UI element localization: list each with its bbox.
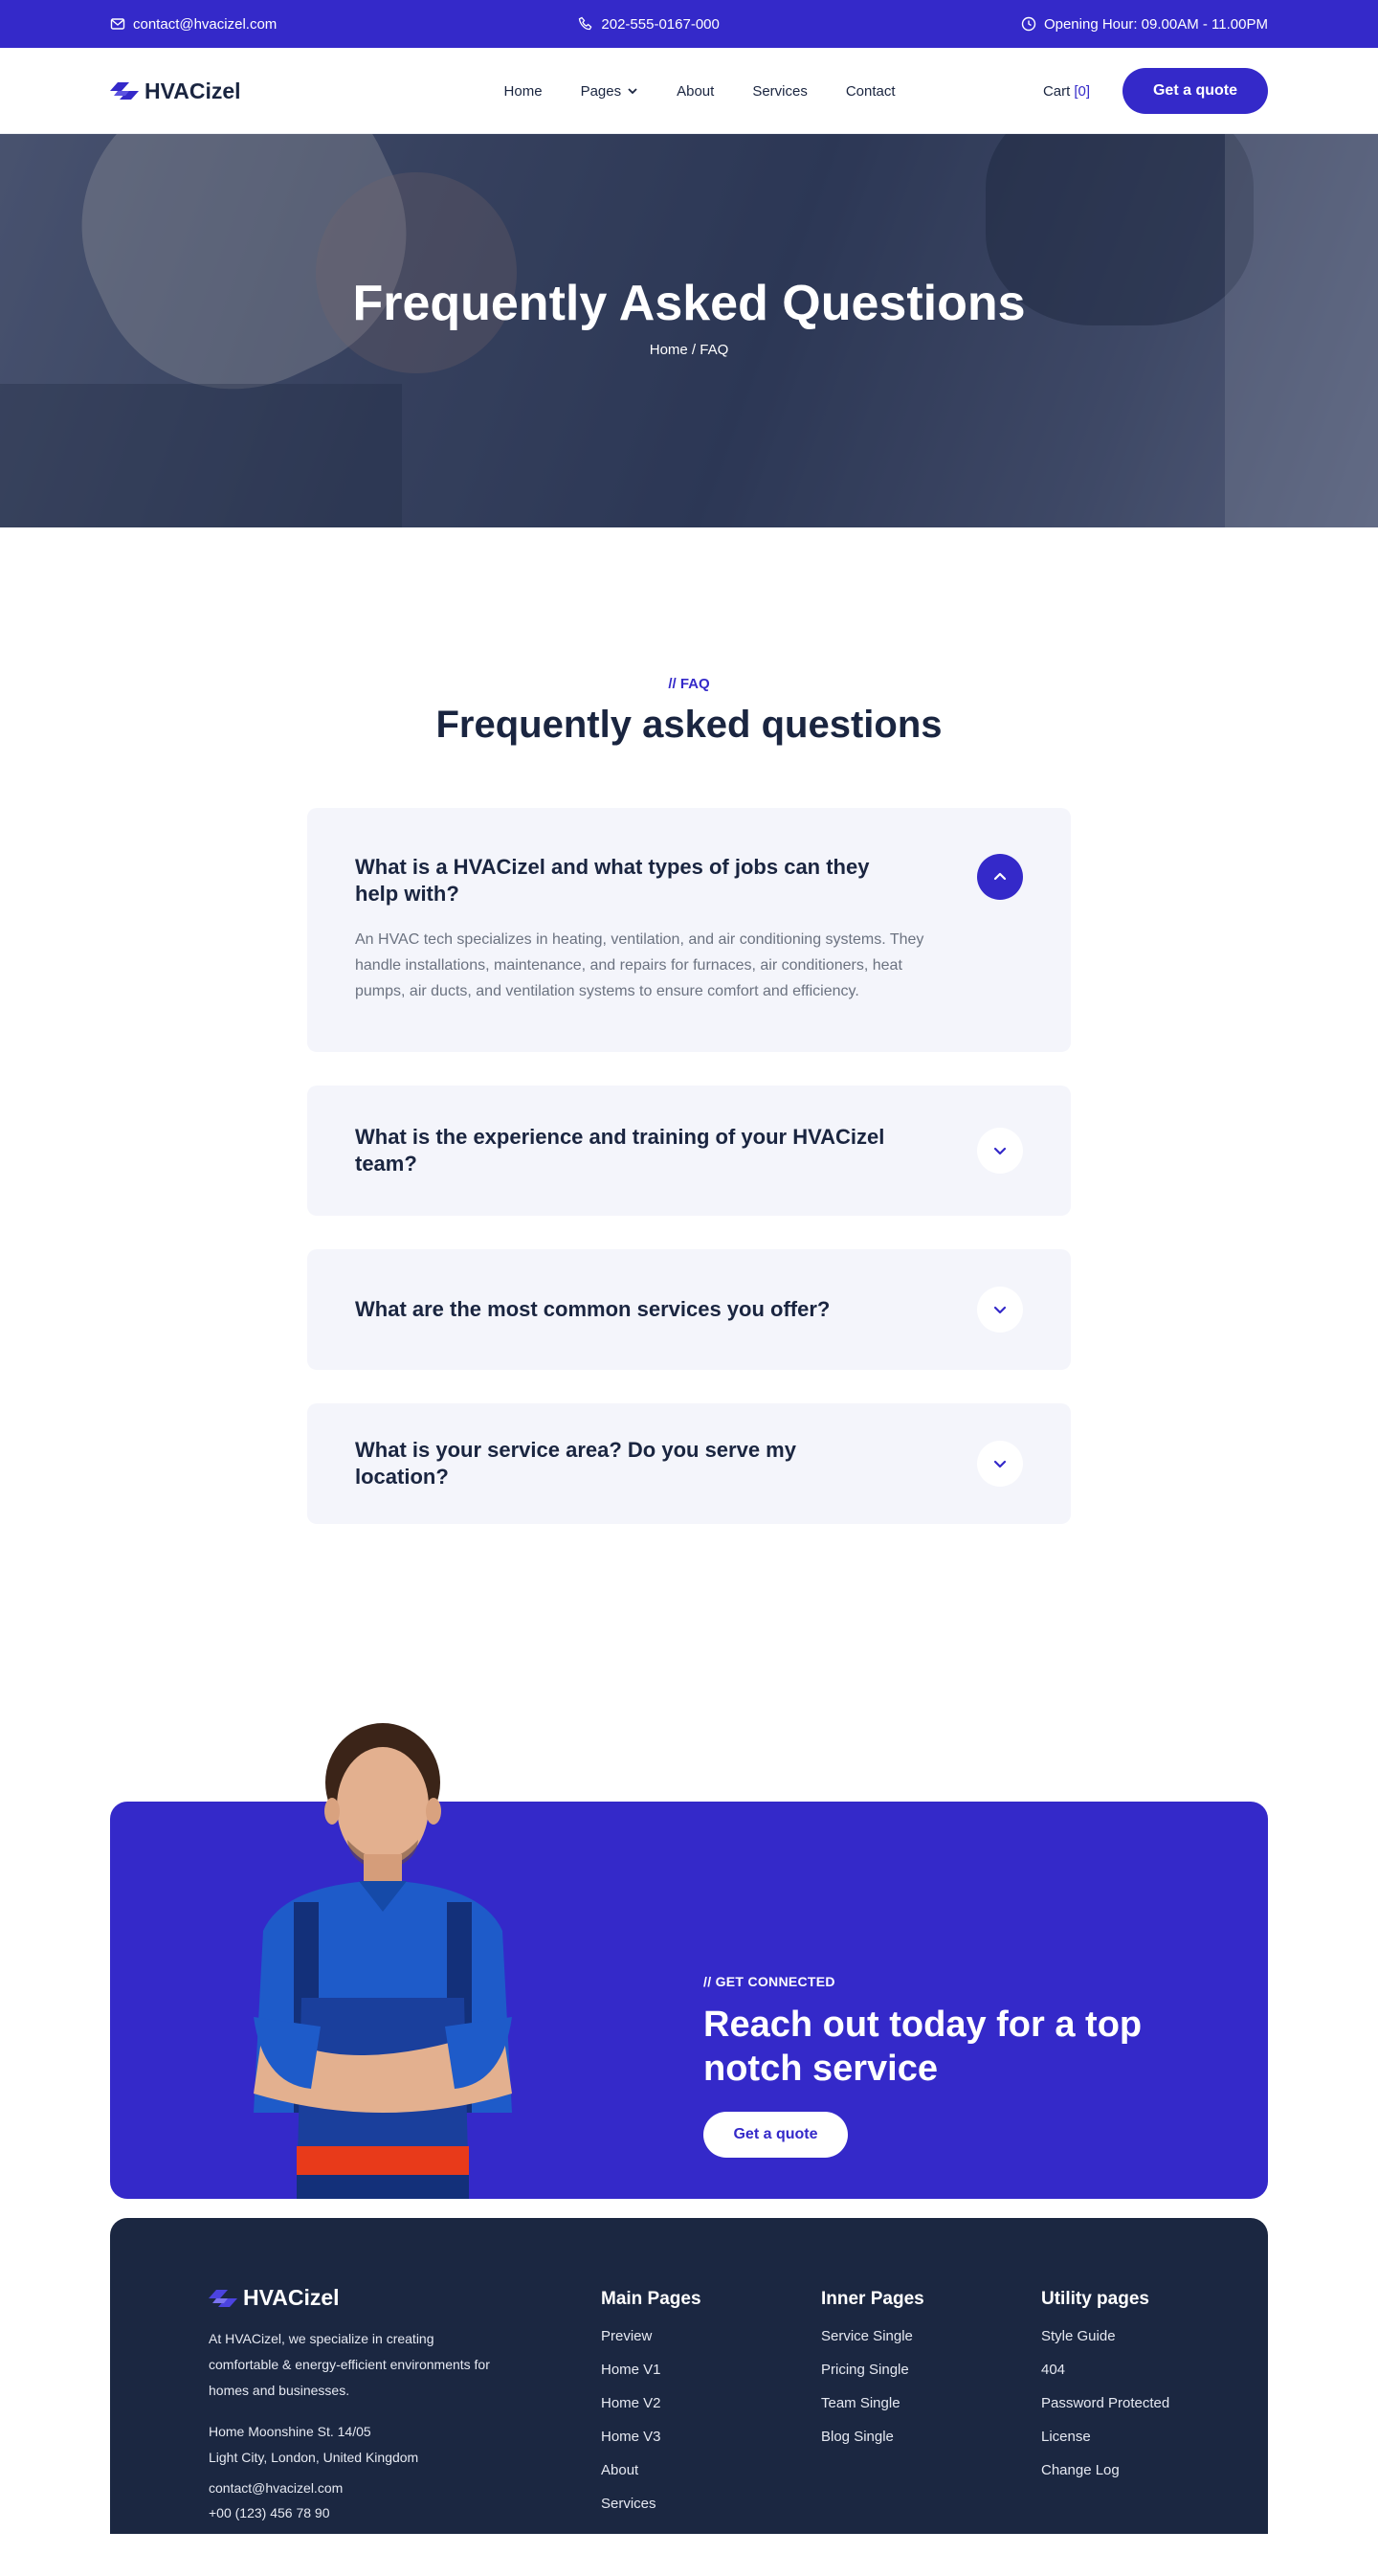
topbar-hours: Opening Hour: 09.00AM - 11.00PM (1021, 16, 1268, 33)
cart-count: [0] (1074, 82, 1090, 100)
faq-eyebrow: // FAQ (668, 676, 710, 692)
page-hero: Frequently Asked Questions Home / FAQ (0, 134, 1378, 527)
footer-link[interactable]: Style Guide (1041, 2327, 1169, 2346)
logo-icon (110, 82, 139, 100)
faq-toggle-button[interactable] (977, 1128, 1023, 1174)
get-quote-button[interactable]: Get a quote (1122, 68, 1268, 114)
footer-link[interactable]: Password Protected (1041, 2394, 1169, 2413)
footer-column-inner-pages: Inner Pages Service Single Pricing Singl… (821, 2289, 924, 2461)
footer-phone[interactable]: +00 (123) 456 78 90 (209, 2505, 505, 2520)
footer-description: At HVACizel, we specialize in creating c… (209, 2331, 490, 2398)
cta-get-quote-button[interactable]: Get a quote (703, 2112, 848, 2158)
nav-pages-label: Pages (580, 82, 622, 100)
footer-link[interactable]: Home V2 (601, 2394, 701, 2413)
breadcrumb[interactable]: Home / FAQ (650, 342, 729, 358)
topbar-email[interactable]: contact@hvacizel.com (110, 16, 277, 33)
faq-item-open[interactable]: What is a HVACizel and what types of job… (307, 808, 1071, 1052)
faq-question[interactable]: What is a HVACizel and what types of job… (355, 854, 891, 907)
footer-link[interactable]: Blog Single (821, 2428, 924, 2447)
faq-list: What is a HVACizel and what types of job… (307, 808, 1071, 1524)
faq-toggle-button[interactable] (977, 1441, 1023, 1487)
footer-column-title: Utility pages (1041, 2289, 1149, 2309)
site-logo[interactable]: HVACizel (110, 78, 241, 104)
faq-answer: An HVAC tech specializes in heating, ven… (355, 931, 924, 999)
cart-label: Cart (1042, 82, 1071, 100)
page-title: Frequently Asked Questions (352, 276, 1026, 331)
technician-image (254, 1723, 512, 2199)
footer-link[interactable]: Home V3 (601, 2428, 701, 2447)
footer-link[interactable]: Change Log (1041, 2461, 1169, 2480)
chevron-down-icon (993, 1147, 1007, 1155)
faq-item[interactable]: What are the most common services you of… (307, 1249, 1071, 1370)
nav-about[interactable]: About (677, 83, 714, 100)
faq-section: // FAQ Frequently asked questions What i… (0, 527, 1378, 1711)
footer-logo[interactable]: HVACizel (209, 2285, 505, 2311)
footer-logo-text: HVACizel (243, 2285, 340, 2310)
cta-section: // GET CONNECTED Reach out today for a t… (110, 1711, 1268, 2199)
nav-pages[interactable]: Pages (581, 83, 639, 100)
footer-link[interactable]: 404 (1041, 2361, 1169, 2380)
footer-address-line: Light City, London, United Kingdom (209, 2450, 419, 2465)
cta-title: Reach out today for a top notch service (703, 2005, 1143, 2089)
cart-link[interactable]: Cart [0] (1043, 83, 1090, 100)
faq-toggle-button[interactable] (977, 1287, 1023, 1333)
footer-column-title: Main Pages (601, 2289, 701, 2309)
nav-menu: Home Pages About Services Contact (504, 83, 896, 100)
footer-link[interactable]: License (1041, 2428, 1169, 2447)
topbar-phone[interactable]: 202-555-0167-000 (578, 15, 720, 33)
main-navbar: HVACizel Home Pages About Services Conta… (0, 48, 1378, 134)
footer-link[interactable]: Team Single (821, 2394, 924, 2413)
cta-eyebrow: // GET CONNECTED (703, 1974, 835, 1989)
logo-icon (209, 2289, 237, 2307)
faq-question[interactable]: What are the most common services you of… (355, 1296, 830, 1323)
nav-contact[interactable]: Contact (846, 83, 896, 100)
footer-link[interactable]: Services (601, 2495, 701, 2514)
chevron-up-icon (993, 872, 1007, 881)
footer-column-main-pages: Main Pages Preview Home V1 Home V2 Home … (601, 2289, 701, 2528)
nav-home[interactable]: Home (504, 83, 543, 100)
nav-services[interactable]: Services (752, 83, 808, 100)
mail-icon (110, 18, 125, 30)
faq-question[interactable]: What is the experience and training of y… (355, 1124, 891, 1177)
footer-link[interactable]: Home V1 (601, 2361, 701, 2380)
footer-link[interactable]: Preview (601, 2327, 701, 2346)
chevron-down-icon (628, 88, 637, 95)
footer-link[interactable]: Service Single (821, 2327, 924, 2346)
faq-question[interactable]: What is your service area? Do you serve … (355, 1437, 891, 1490)
chevron-down-icon (993, 1460, 1007, 1468)
chevron-down-icon (993, 1306, 1007, 1314)
logo-text: HVACizel (144, 78, 241, 103)
topbar-phone-text: 202-555-0167-000 (601, 15, 720, 33)
top-bar: contact@hvacizel.com 202-555-0167-000 Op… (0, 0, 1378, 48)
footer-column-title: Inner Pages (821, 2289, 924, 2309)
phone-icon (579, 16, 592, 31)
footer-link[interactable]: About (601, 2461, 701, 2480)
faq-title: Frequently asked questions (435, 704, 943, 746)
footer-link[interactable]: Pricing Single (821, 2361, 924, 2380)
footer-address-line: Home Moonshine St. 14/05 (209, 2424, 371, 2439)
faq-item[interactable]: What is the experience and training of y… (307, 1086, 1071, 1216)
clock-icon (1021, 16, 1036, 32)
topbar-hours-text: Opening Hour: 09.00AM - 11.00PM (1043, 15, 1268, 33)
footer-column-utility-pages: Utility pages Style Guide 404 Password P… (1041, 2289, 1169, 2495)
faq-toggle-button[interactable] (977, 854, 1023, 900)
topbar-email-text: contact@hvacizel.com (133, 15, 278, 33)
site-footer: HVACizel At HVACizel, we specialize in c… (110, 2218, 1268, 2534)
footer-email[interactable]: contact@hvacizel.com (209, 2480, 505, 2496)
faq-item[interactable]: What is your service area? Do you serve … (307, 1403, 1071, 1524)
